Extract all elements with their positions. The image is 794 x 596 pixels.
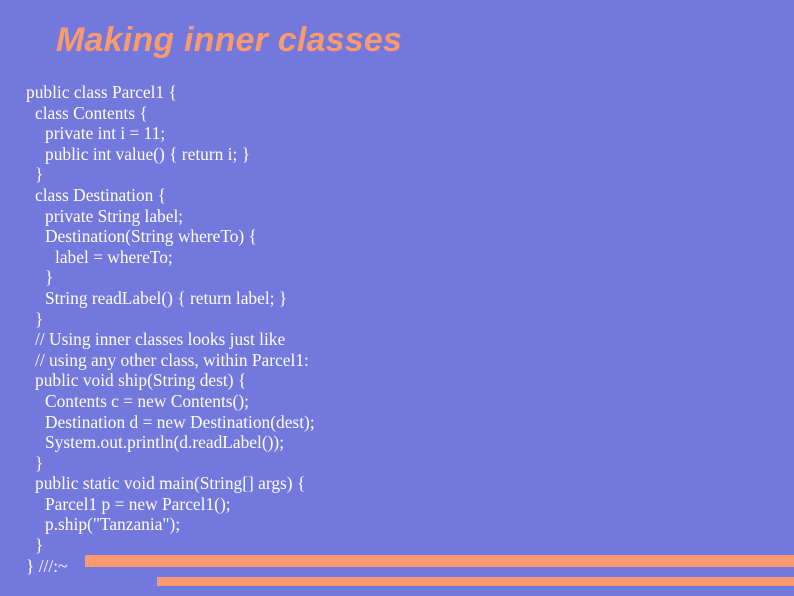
code-line: public int value() { return i; } (45, 143, 251, 164)
code-line: // using any other class, within Parcel1… (35, 349, 309, 370)
code-line: public void ship(String dest) { (35, 370, 247, 391)
code-line: } (35, 164, 44, 185)
code-line: System.out.println(d.readLabel()); (45, 432, 285, 453)
accent-bar-top (85, 555, 794, 567)
code-line: class Contents { (35, 102, 148, 123)
code-line: Parcel1 p = new Parcel1(); (45, 493, 231, 514)
code-block: public class Parcel1 {class Contents {pr… (26, 82, 766, 576)
code-line: label = whereTo; (55, 246, 173, 267)
code-line: p.ship("Tanzania"); (45, 514, 181, 535)
code-line: class Destination { (35, 184, 167, 205)
code-line: public class Parcel1 { (26, 82, 177, 102)
code-line: public static void main(String[] args) { (35, 473, 306, 494)
code-line: } (35, 452, 44, 473)
slide-canvas: Making inner classes public class Parcel… (0, 0, 794, 596)
code-line: String readLabel() { return label; } (45, 287, 288, 308)
code-line: private int i = 11; (45, 123, 166, 144)
code-line: Destination(String whereTo) { (45, 226, 257, 247)
page-title: Making inner classes (56, 21, 403, 59)
code-line: private String label; (45, 205, 184, 226)
code-line: Contents c = new Contents(); (45, 390, 249, 411)
code-line: Destination d = new Destination(dest); (45, 411, 315, 432)
code-line: } (45, 267, 54, 288)
code-line: // Using inner classes looks just like (35, 329, 286, 350)
code-line: } (35, 535, 44, 556)
code-line: } (35, 308, 44, 329)
accent-bar-bottom (157, 577, 794, 586)
